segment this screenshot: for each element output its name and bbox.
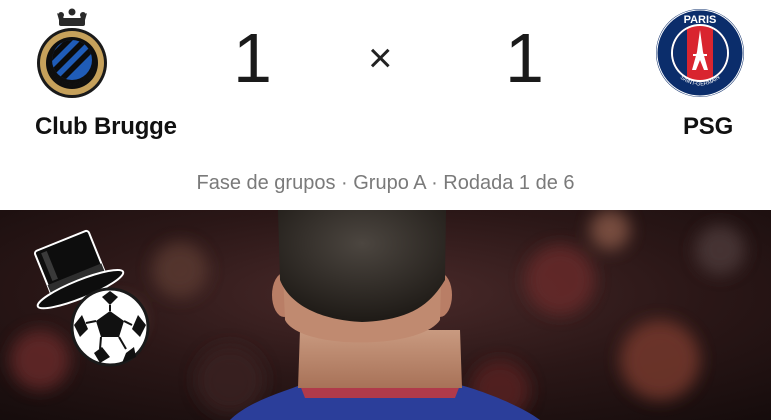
match-stage-info: Fase de grupos · Grupo A · Rodada 1 de 6 xyxy=(196,172,575,194)
away-score: 1 xyxy=(505,19,544,97)
score-separator: × xyxy=(368,34,393,81)
home-team-name: Club Brugge xyxy=(35,113,177,140)
away-crest-text-top: PARIS xyxy=(684,14,717,26)
match-scoreboard[interactable]: CLUB BRUGGE K.V. Club Brugge 1 × 1 PARIS… xyxy=(0,0,771,210)
away-team-name: PSG xyxy=(683,113,734,140)
top-hat-soccer-ball-icon xyxy=(18,225,158,367)
psg-crest-icon: PARIS SAINT-GERMAIN xyxy=(655,8,745,98)
club-brugge-crest-icon: CLUB BRUGGE K.V. xyxy=(33,8,111,100)
home-score: 1 xyxy=(233,19,272,97)
